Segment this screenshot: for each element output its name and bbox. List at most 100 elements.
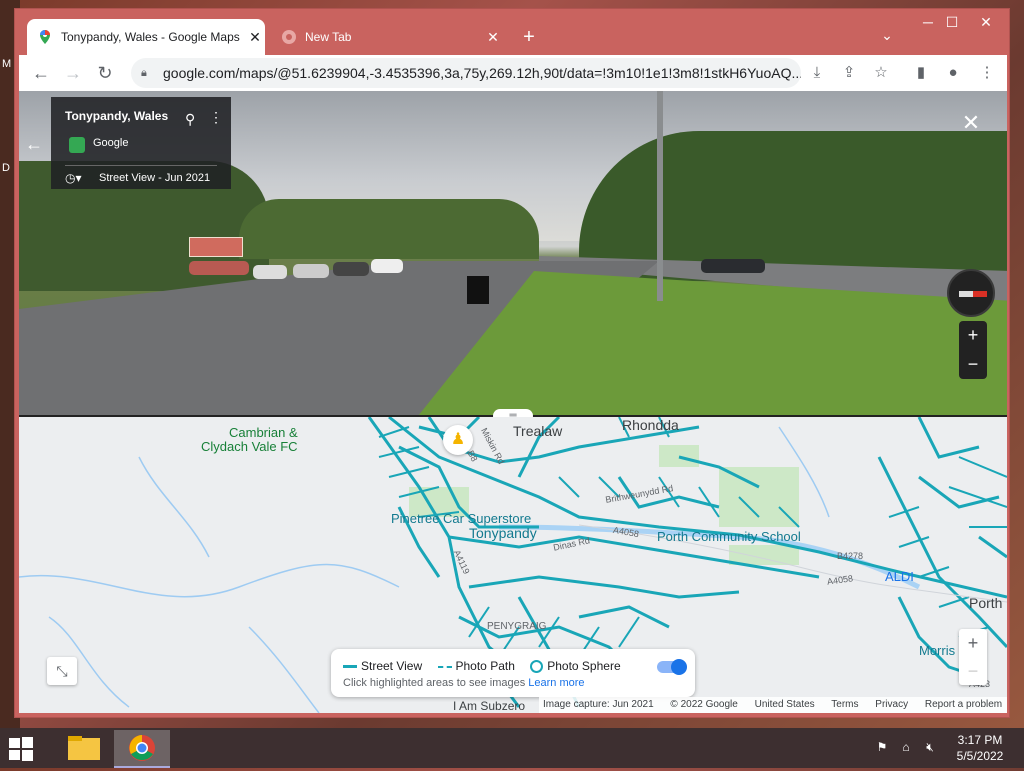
install-icon[interactable]: ⤓: [805, 59, 829, 87]
history-clock-icon[interactable]: ◷▾: [65, 171, 82, 185]
legend-hint-row: Click highlighted areas to see images Le…: [343, 677, 585, 689]
close-street-view-icon[interactable]: ✕: [957, 109, 985, 137]
reload-icon[interactable]: ↻: [91, 59, 119, 87]
legend-items: Street View Photo Path Photo Sphere: [343, 659, 621, 674]
address-bar[interactable]: 🔒︎ google.com/maps/@51.6239904,-3.453539…: [131, 58, 801, 88]
parked-van: [189, 261, 249, 275]
windows-start-icon[interactable]: [8, 736, 34, 762]
more-options-icon[interactable]: ⋮: [209, 109, 223, 126]
map-zoom-control: + −: [959, 629, 987, 685]
forward-arrow-icon[interactable]: →: [59, 59, 87, 87]
tab-search-chevron-icon[interactable]: ⌄: [875, 23, 899, 47]
side-panel-icon[interactable]: ▮: [909, 59, 933, 87]
map-label-aldi[interactable]: ALDI: [885, 569, 914, 584]
map-label-rhondda[interactable]: Rhondda: [622, 417, 679, 433]
photo-sphere-circle-icon: [530, 660, 544, 674]
map-label-clydach[interactable]: Clydach Vale FC: [201, 439, 298, 454]
compass-icon[interactable]: [947, 269, 995, 317]
tab-google-maps[interactable]: Tonypandy, Wales - Google Maps ✕: [27, 19, 265, 55]
learn-more-link[interactable]: Learn more: [528, 677, 584, 689]
terms-link[interactable]: Terms: [831, 699, 858, 710]
maximize-button[interactable]: ☐: [935, 9, 969, 35]
privacy-link[interactable]: Privacy: [875, 699, 908, 710]
parked-car: [293, 264, 329, 278]
tab-close-icon[interactable]: ✕: [483, 29, 503, 46]
river-line: [19, 563, 400, 598]
close-window-button[interactable]: ✕: [969, 9, 1003, 35]
tree-line-middle: [239, 199, 539, 259]
divider: [65, 165, 217, 166]
map-panel[interactable]: ♟ Cambrian & Clydach Vale FC Trealaw Rho…: [19, 417, 1007, 713]
menu-kebab-icon[interactable]: ⋮: [975, 59, 999, 87]
map-zoom-out-button[interactable]: −: [959, 657, 987, 685]
street-view-date[interactable]: Street View - Jun 2021: [99, 172, 210, 184]
lamp-post: [657, 91, 663, 301]
back-arrow-icon[interactable]: ←: [19, 129, 49, 159]
map-label-porth[interactable]: Porth: [969, 595, 1002, 611]
bookmark-star-icon[interactable]: ☆: [869, 59, 893, 87]
street-view-info-card: Tonypandy, Wales ⚲ ⋮ Google ◷▾ Street Vi…: [51, 97, 231, 189]
system-clock[interactable]: 3:17 PM 5/5/2022: [948, 732, 1012, 764]
browser-toolbar: ← → ↻ 🔒︎ google.com/maps/@51.6239904,-3.…: [19, 55, 1007, 91]
file-explorer-icon[interactable]: [56, 730, 112, 766]
parked-car: [333, 262, 369, 276]
legend-street-view: Street View: [361, 659, 423, 673]
map-attribution: Image capture: Jun 2021 © 2022 Google Un…: [539, 697, 1007, 713]
map-label-trealaw[interactable]: Trealaw: [513, 423, 562, 439]
tab-new-tab[interactable]: New Tab ✕: [271, 19, 503, 55]
browser-window: Tonypandy, Wales - Google Maps ✕ New Tab…: [14, 8, 1010, 718]
park-area: [719, 467, 799, 527]
park-area: [729, 545, 799, 565]
tab-label: New Tab: [305, 30, 352, 44]
image-source: Google: [93, 137, 129, 149]
legend-photo-sphere: Photo Sphere: [547, 659, 621, 673]
chrome-icon: [281, 29, 297, 45]
collapse-map-icon[interactable]: ⤡: [47, 657, 77, 685]
roadside-sign: [189, 237, 243, 257]
map-label-porth-school[interactable]: Porth Community School: [657, 529, 801, 544]
taskbar: ⚑ ⌂ 🔇︎ 3:17 PM 5/5/2022: [0, 728, 1024, 768]
zoom-in-button[interactable]: +: [959, 321, 987, 350]
share-icon[interactable]: ⇪: [837, 59, 861, 87]
location-pin-icon[interactable]: ⚲: [185, 111, 195, 128]
place-title: Tonypandy, Wales: [65, 109, 169, 123]
volume-muted-icon[interactable]: 🔇︎: [922, 740, 938, 756]
image-capture-date: Image capture: Jun 2021: [543, 699, 654, 710]
country-link[interactable]: United States: [755, 699, 815, 710]
map-label-pinetree[interactable]: Pinetree Car Superstore: [391, 511, 531, 526]
street-view-zoom-control: + −: [959, 321, 987, 379]
report-problem-link[interactable]: Report a problem: [925, 699, 1002, 710]
street-view-panorama[interactable]: ← Tonypandy, Wales ⚲ ⋮ Google ◷▾ Street …: [19, 91, 1007, 415]
coverage-toggle[interactable]: [657, 659, 687, 675]
copyright: © 2022 Google: [670, 699, 738, 710]
legend-hint: Click highlighted areas to see images: [343, 677, 526, 689]
page-content: ← Tonypandy, Wales ⚲ ⋮ Google ◷▾ Street …: [19, 91, 1007, 713]
google-maps-pin-icon: [37, 29, 53, 45]
chevron-road-sign: [467, 276, 489, 304]
zoom-out-button[interactable]: −: [959, 350, 987, 379]
desktop-icon-label-m: M: [2, 58, 12, 70]
map-label-cambrian[interactable]: Cambrian &: [229, 425, 298, 440]
map-zoom-in-button[interactable]: +: [959, 629, 987, 657]
back-arrow-icon[interactable]: ←: [27, 59, 55, 87]
parked-car: [253, 265, 287, 279]
new-tab-button[interactable]: +: [515, 23, 543, 51]
chrome-taskbar-icon[interactable]: [114, 730, 170, 768]
tree-line-right: [579, 131, 1007, 281]
map-label-subzero[interactable]: I Am Subzero: [453, 699, 525, 713]
parked-car: [371, 259, 403, 273]
tab-close-icon[interactable]: ✕: [245, 29, 265, 46]
google-maps-logo-icon: [69, 137, 85, 153]
desktop-icon-label-d: D: [2, 162, 10, 174]
tab-label: Tonypandy, Wales - Google Maps: [61, 30, 240, 44]
flag-notification-icon[interactable]: ⚑: [874, 740, 890, 756]
legend-photo-path: Photo Path: [455, 659, 515, 673]
map-label-tonypandy[interactable]: Tonypandy: [469, 525, 537, 541]
url-text[interactable]: google.com/maps/@51.6239904,-3.4535396,3…: [163, 65, 801, 81]
river-line: [248, 626, 320, 713]
map-label-morris[interactable]: Morris: [919, 643, 955, 658]
clock-date: 5/5/2022: [956, 749, 1004, 763]
network-icon[interactable]: ⌂: [898, 740, 914, 756]
street-view-line-icon: [343, 665, 357, 669]
profile-avatar-icon[interactable]: ●: [941, 59, 965, 87]
